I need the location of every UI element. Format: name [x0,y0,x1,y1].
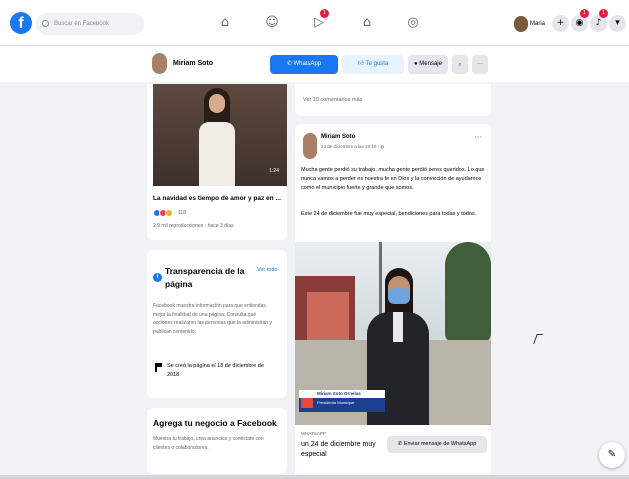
haha-reaction-icon [165,209,173,217]
search-input[interactable]: Buscar en Facebook [36,13,144,35]
profile-name: Maria [530,21,546,27]
globe-icon: ◍ [380,144,385,149]
like-label: Te gusta [365,61,389,67]
friends-icon[interactable]: ☺ [263,14,281,32]
search-icon [42,20,49,27]
add-business-card[interactable]: Agrega tu negocio a Facebook Muestra tu … [147,408,287,474]
page-search-button[interactable]: ⌕ [452,55,468,74]
like-page-button[interactable]: 👍︎ Te gusta [342,55,404,74]
message-button[interactable]: ● Mensaje [408,55,448,74]
post-author-avatar[interactable] [303,133,317,159]
post: Miriam Soto 24 de diciembre a las 19:40 … [295,124,491,475]
facebook-logo[interactable]: f [10,12,32,34]
post-timestamp[interactable]: 24 de diciembre a las 19:40 · ◍ [321,144,384,150]
post-author-name[interactable]: Miriam Soto [321,134,355,140]
link-source: WHATSAPP [301,431,326,436]
page-more-button[interactable]: ··· [472,55,488,74]
video-thumbnail[interactable]: 1:24 [153,84,287,186]
post-options-button[interactable]: ··· [474,133,482,142]
whatsapp-button[interactable]: ✆ WhatsApp [270,55,338,74]
page-name[interactable]: Miriam Soto [173,60,213,67]
video-views: 2,9 mil reproducciones · hace 3 días [153,223,234,229]
transparency-title: Transparencia de la página [165,266,245,289]
message-label: Mensaje [419,61,442,67]
avatar [514,16,528,32]
reaction-count: 118 [178,210,186,216]
video-title[interactable]: La navidad es tiempo de amor y paz en ..… [153,195,281,202]
link-headline[interactable]: un 24 de diciembre muy especial [301,440,381,460]
page-avatar[interactable] [152,53,167,74]
transparency-description: Facebook muestra información para que en… [153,303,272,335]
search-placeholder: Buscar en Facebook [54,21,110,27]
previous-post: Ver 10 comentarios más [295,84,491,116]
post-text-paragraph-1: Mucha gente perdió su trabajo, mucha gen… [301,167,485,191]
new-message-button[interactable]: ✎ [599,442,625,468]
view-more-comments-link[interactable]: Ver 10 comentarios más [303,97,362,103]
page-transparency-card: i Transparencia de la página Ver todo Fa… [147,250,287,398]
business-description: Muestra tu trabajo, crea anuncios y coné… [153,436,264,451]
groups-icon[interactable]: ◎ [404,14,422,32]
video-person [193,88,241,186]
whatsapp-label: WhatsApp [293,61,322,67]
video-card[interactable]: 1:24 La navidad es tiempo de amor y paz … [147,84,287,240]
marketplace-icon[interactable]: ⌂ [358,14,376,32]
info-icon: i [153,273,162,282]
top-navigation-bar: f Buscar en Facebook ⌂ ☺ ▷ 1 ⌂ ◎ Maria +… [0,0,629,46]
flag-icon [155,363,162,372]
post-text-paragraph-2: Este 24 de diciembre fue muy especial, b… [301,211,477,217]
notifications-badge: 1 [599,9,608,18]
window-bottom-edge [0,475,629,479]
page-created-date: Se creó la página el 18 de diciembre de … [167,363,264,378]
news-lower-third: Miriam Soto Ornelas Presidenta Municipal [299,390,385,412]
messenger-badge: 1 [580,9,589,18]
home-icon[interactable]: ⌂ [216,14,234,32]
account-menu-button[interactable]: ▾ [609,15,626,32]
send-whatsapp-button[interactable]: ✆ Enviar mensaje de WhatsApp [387,436,487,453]
lower-third-role: Presidenta Municipal [317,400,355,405]
send-whatsapp-label: Enviar mensaje de WhatsApp [403,441,477,447]
profile-shortcut[interactable]: Maria [514,14,545,34]
business-title[interactable]: Agrega tu negocio a Facebook [153,418,277,428]
video-duration: 1:24 [269,168,279,174]
lower-third-name: Miriam Soto Ornelas [299,390,385,398]
whatsapp-icon: ✆ [286,61,294,67]
mouse-cursor [533,334,543,344]
post-date: 24 de diciembre a las 19:40 · [321,144,381,149]
see-all-link[interactable]: Ver todo [257,267,278,273]
create-button[interactable]: + [552,15,569,32]
thumbs-up-icon: 👍︎ [357,61,366,67]
page-header: Miriam Soto ✆ WhatsApp 👍︎ Te gusta ● Men… [0,47,629,82]
watch-badge: 1 [320,9,329,18]
post-video[interactable]: Miriam Soto Ornelas Presidenta Municipal [295,242,491,425]
